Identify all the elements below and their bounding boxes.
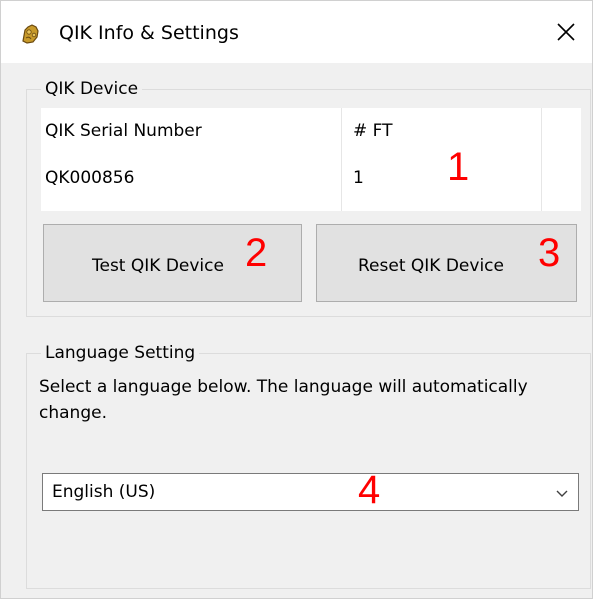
language-description: Select a language below. The language wi… <box>39 377 528 423</box>
language-setting-group-label: Language Setting <box>41 341 200 365</box>
title-bar[interactable]: QIK Info & Settings <box>1 1 592 63</box>
qik-device-list[interactable]: QIK Serial Number # FT QK000856 1 1 <box>41 108 581 211</box>
reset-qik-device-button[interactable]: Reset QIK Device 3 <box>316 224 577 302</box>
ft-count-cell: 1 <box>353 168 364 188</box>
chevron-down-icon[interactable] <box>554 485 570 501</box>
column-header-ft[interactable]: # FT <box>353 120 393 142</box>
annotation-marker: 1 <box>447 145 470 189</box>
language-select[interactable]: English (US) 4 <box>42 468 579 512</box>
column-divider[interactable] <box>341 108 342 211</box>
test-qik-device-label: Test QIK Device <box>92 256 224 276</box>
close-button[interactable] <box>540 1 592 63</box>
reset-qik-device-label: Reset QIK Device <box>358 256 504 276</box>
language-setting-group: Language Setting Select a language below… <box>26 341 591 589</box>
column-header-serial-number[interactable]: QIK Serial Number <box>45 120 202 142</box>
qik-device-group: QIK Device QIK Serial Number # FT QK0008… <box>26 77 591 317</box>
qik-info-settings-window: QIK Info & Settings QIK Device QIK Seria… <box>0 0 593 599</box>
annotation-marker: 3 <box>538 231 561 275</box>
annotation-marker: 2 <box>245 231 268 275</box>
close-icon <box>557 23 575 41</box>
qik-device-group-label: QIK Device <box>41 77 143 101</box>
serial-number-cell: QK000856 <box>45 168 135 188</box>
test-qik-device-button[interactable]: Test QIK Device 2 <box>43 224 302 302</box>
gold-app-icon <box>19 21 43 45</box>
column-divider[interactable] <box>541 108 542 211</box>
language-select-value: English (US) <box>52 482 156 502</box>
annotation-marker: 4 <box>358 468 381 512</box>
window-title: QIK Info & Settings <box>59 22 239 44</box>
